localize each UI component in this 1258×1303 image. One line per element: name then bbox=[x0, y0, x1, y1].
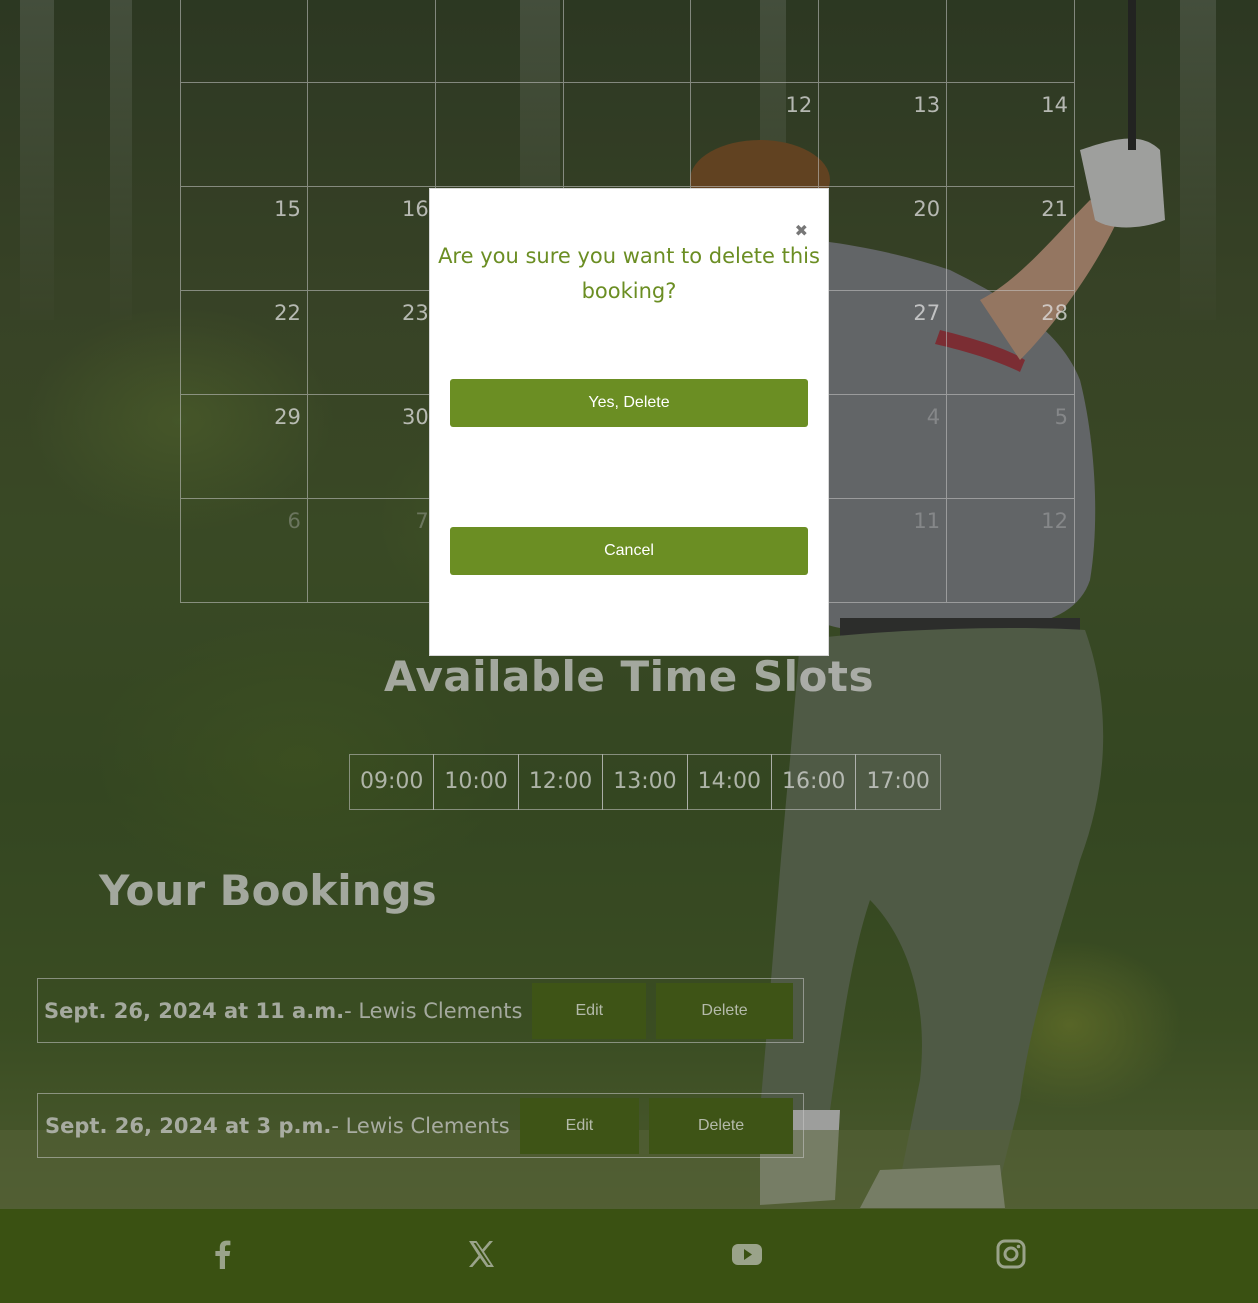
calendar-day-cell[interactable]: 11 bbox=[819, 499, 948, 603]
booking-row: Sept. 26, 2024 at 3 p.m. - Lewis Clement… bbox=[37, 1093, 804, 1158]
calendar-day-cell[interactable]: 22 bbox=[180, 291, 308, 395]
calendar-day-cell[interactable]: 28 bbox=[947, 291, 1075, 395]
calendar-day-number: 15 bbox=[274, 197, 301, 221]
calendar-day-cell[interactable] bbox=[947, 0, 1075, 83]
calendar-day-cell[interactable] bbox=[563, 83, 692, 187]
time-slot-button[interactable]: 16:00 bbox=[771, 754, 857, 810]
time-slot-button[interactable]: 12:00 bbox=[517, 754, 604, 810]
calendar-day-cell[interactable]: 15 bbox=[180, 187, 308, 291]
booking-date: Sept. 26, 2024 at 3 p.m. bbox=[45, 1113, 332, 1138]
edit-booking-button[interactable]: Edit bbox=[519, 1097, 640, 1154]
calendar-day-number: 7 bbox=[415, 509, 429, 533]
calendar-day-number: 28 bbox=[1041, 301, 1068, 325]
calendar-day-cell[interactable]: 14 bbox=[947, 83, 1075, 187]
calendar-day-cell[interactable]: 13 bbox=[819, 83, 948, 187]
instagram-icon[interactable] bbox=[995, 1238, 1027, 1270]
booking-date: Sept. 26, 2024 at 11 a.m. bbox=[44, 998, 345, 1023]
calendar-day-number: 6 bbox=[287, 509, 301, 533]
calendar-day-number: 12 bbox=[785, 93, 813, 117]
calendar-day-number: 4 bbox=[926, 405, 941, 429]
calendar-day-cell[interactable] bbox=[563, 0, 692, 83]
cancel-button[interactable]: Cancel bbox=[450, 527, 808, 575]
calendar-day-number: 27 bbox=[913, 301, 941, 325]
delete-booking-button[interactable]: Delete bbox=[649, 1097, 793, 1154]
calendar-day-cell[interactable]: 29 bbox=[180, 395, 308, 499]
calendar-day-cell[interactable]: 23 bbox=[307, 291, 436, 395]
calendar-day-number: 20 bbox=[913, 197, 941, 221]
calendar-day-cell[interactable]: 5 bbox=[947, 395, 1075, 499]
time-slot-button[interactable]: 14:00 bbox=[686, 754, 773, 810]
calendar-day-cell[interactable]: 4 bbox=[819, 395, 948, 499]
calendar-day-cell[interactable] bbox=[180, 0, 308, 83]
delete-booking-button[interactable]: Delete bbox=[656, 982, 793, 1039]
calendar-day-number: 16 bbox=[401, 197, 429, 221]
close-icon[interactable]: ✖ bbox=[795, 223, 808, 239]
calendar-day-number: 21 bbox=[1041, 197, 1068, 221]
booking-row: Sept. 26, 2024 at 11 a.m. - Lewis Clemen… bbox=[37, 978, 804, 1043]
bookings-heading: Your Bookings bbox=[99, 866, 437, 915]
calendar-day-number: 11 bbox=[913, 509, 941, 533]
time-slots-heading: Available Time Slots bbox=[384, 652, 874, 701]
modal-title: Are you sure you want to delete this boo… bbox=[438, 244, 820, 303]
calendar-day-number: 12 bbox=[1041, 509, 1068, 533]
time-slot-button[interactable]: 10:00 bbox=[433, 754, 519, 810]
edit-booking-button[interactable]: Edit bbox=[532, 982, 647, 1039]
calendar-day-cell[interactable] bbox=[435, 83, 564, 187]
calendar-day-cell[interactable]: 30 bbox=[307, 395, 436, 499]
time-slot-list: 09:00 10:00 12:00 13:00 14:00 16:00 17:00 bbox=[349, 754, 941, 810]
calendar-day-cell[interactable]: 20 bbox=[819, 187, 948, 291]
delete-confirm-modal: ✖ Are you sure you want to delete this b… bbox=[429, 188, 829, 656]
facebook-icon[interactable] bbox=[207, 1238, 239, 1270]
calendar-day-number: 14 bbox=[1041, 93, 1068, 117]
calendar-day-cell[interactable]: 16 bbox=[307, 187, 436, 291]
calendar-day-cell[interactable] bbox=[691, 0, 820, 83]
calendar-day-cell[interactable]: 12 bbox=[947, 499, 1075, 603]
calendar-day-number: 22 bbox=[274, 301, 301, 325]
calendar-day-cell[interactable] bbox=[307, 0, 436, 83]
calendar-day-number: 30 bbox=[401, 405, 429, 429]
footer bbox=[0, 1209, 1258, 1303]
booking-name: - Lewis Clements bbox=[331, 1113, 510, 1138]
calendar-day-number: 23 bbox=[401, 301, 429, 325]
calendar-day-number: 5 bbox=[1054, 405, 1068, 429]
calendar-day-cell[interactable] bbox=[819, 0, 948, 83]
calendar-day-number: 29 bbox=[274, 405, 301, 429]
time-slot-button[interactable]: 17:00 bbox=[855, 754, 941, 810]
confirm-delete-button[interactable]: Yes, Delete bbox=[450, 379, 808, 427]
youtube-icon[interactable] bbox=[731, 1238, 763, 1270]
calendar-day-cell[interactable] bbox=[180, 83, 308, 187]
calendar-day-number: 13 bbox=[913, 93, 941, 117]
calendar-day-cell[interactable]: 12 bbox=[691, 83, 820, 187]
x-twitter-icon[interactable] bbox=[465, 1238, 497, 1270]
calendar-day-cell[interactable]: 7 bbox=[307, 499, 436, 603]
calendar-day-cell[interactable] bbox=[435, 0, 564, 83]
calendar-day-cell[interactable]: 21 bbox=[947, 187, 1075, 291]
time-slot-button[interactable]: 09:00 bbox=[349, 754, 435, 810]
calendar-day-cell[interactable] bbox=[307, 83, 436, 187]
calendar-day-cell[interactable]: 6 bbox=[180, 499, 308, 603]
calendar-day-cell[interactable]: 27 bbox=[819, 291, 948, 395]
time-slot-button[interactable]: 13:00 bbox=[602, 754, 688, 810]
booking-name: - Lewis Clements bbox=[344, 998, 523, 1023]
